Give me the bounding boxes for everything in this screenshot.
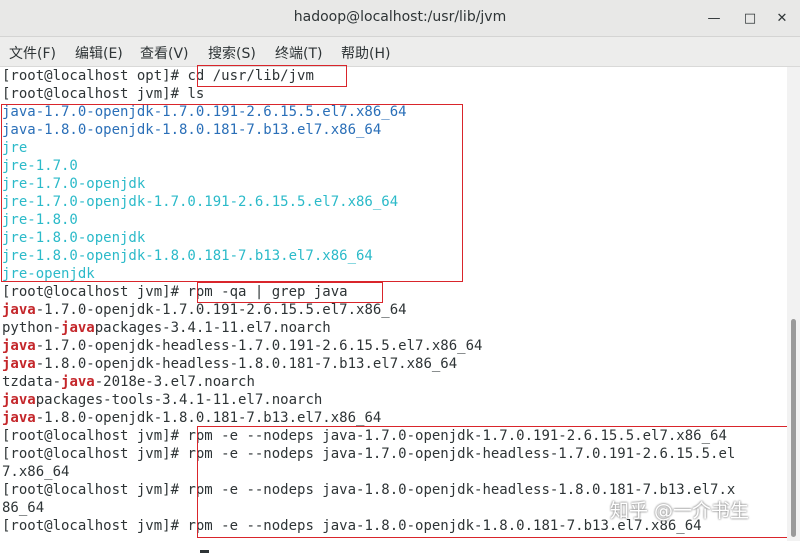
shell-prompt: [root@localhost jvm]# — [2, 482, 188, 498]
grep-match: java — [61, 320, 95, 336]
window-titlebar[interactable]: hadoop@localhost:/usr/lib/jvm — □ ✕ — [0, 0, 800, 37]
grep-match: java — [2, 338, 36, 354]
menu-terminal[interactable]: 终端(T) — [275, 43, 322, 63]
shell-prompt: [root@localhost jvm]# — [2, 284, 188, 300]
rpm-package-line: tzdata-java-2018e-3.el7.noarch — [2, 374, 255, 390]
grep-match: java — [2, 302, 36, 318]
terminal-line: [root@localhost jvm]# ls — [2, 85, 204, 103]
minimize-icon[interactable]: — — [704, 8, 724, 28]
vertical-scrollbar[interactable] — [787, 67, 800, 541]
shell-prompt: [root@localhost jvm]# — [2, 428, 188, 444]
shell-prompt: [root@localhost jvm]# — [2, 446, 188, 462]
terminal-cursor-line — [2, 535, 209, 553]
grep-match: java — [61, 374, 95, 390]
grep-match: java — [2, 392, 36, 408]
rpm-package-line: python-javapackages-3.4.1-11.el7.noarch — [2, 320, 331, 336]
close-icon[interactable]: ✕ — [772, 8, 792, 28]
rpm-package-line: java-1.8.0-openjdk-headless-1.8.0.181-7.… — [2, 356, 458, 372]
menu-bar: 文件(F) 编辑(E) 查看(V) 搜索(S) 终端(T) 帮助(H) — [0, 37, 800, 67]
highlight-box-rpm-query — [197, 282, 383, 303]
terminal-line-wrap: 86_64 — [2, 500, 45, 516]
rpm-package-line: java-1.7.0-openjdk-headless-1.7.0.191-2.… — [2, 338, 483, 354]
shell-prompt: [root@localhost jvm]# — [2, 86, 188, 102]
grep-match: java — [2, 356, 36, 372]
menu-view[interactable]: 查看(V) — [140, 43, 189, 63]
menu-search[interactable]: 搜索(S) — [208, 43, 256, 63]
menu-help[interactable]: 帮助(H) — [341, 43, 390, 63]
rpm-package-line: javapackages-tools-3.4.1-11.el7.noarch — [2, 392, 323, 408]
highlight-box-cd — [197, 65, 347, 87]
scrollbar-thumb[interactable] — [791, 319, 796, 537]
highlight-box-ls-output — [1, 104, 463, 282]
grep-match: java — [2, 410, 36, 426]
menu-edit[interactable]: 编辑(E) — [75, 43, 123, 63]
shell-prompt: [root@localhost jvm]# — [2, 518, 188, 534]
command-text: ls — [187, 86, 205, 102]
maximize-icon[interactable]: □ — [740, 8, 760, 28]
rpm-package-line: java-1.8.0-openjdk-1.8.0.181-7.b13.el7.x… — [2, 410, 382, 426]
rpm-package-line: java-1.7.0-openjdk-1.7.0.191-2.6.15.5.el… — [2, 302, 407, 318]
watermark-text: 知乎 @一介书生 — [610, 500, 750, 522]
terminal-line-wrap: 7.x86_64 — [2, 464, 70, 480]
menu-file[interactable]: 文件(F) — [9, 43, 56, 63]
window-title: hadoop@localhost:/usr/lib/jvm — [293, 9, 507, 25]
shell-prompt: [root@localhost opt]# — [2, 68, 188, 84]
